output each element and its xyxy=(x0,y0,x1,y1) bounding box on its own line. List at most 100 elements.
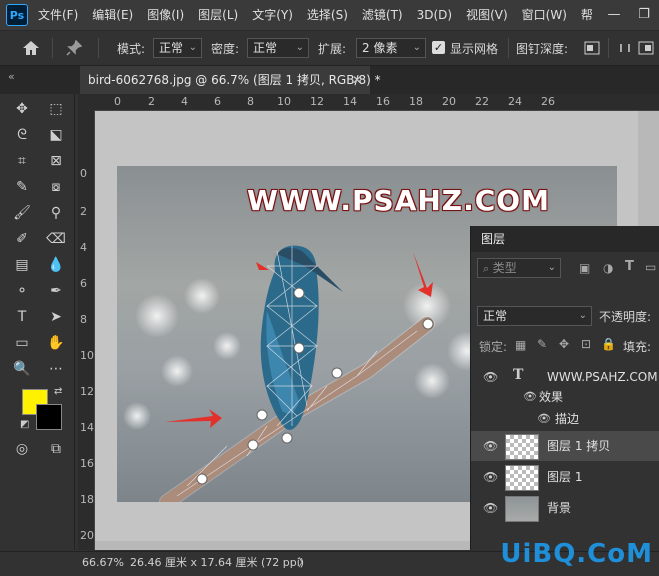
hand-tool-icon[interactable]: ✋ xyxy=(44,332,68,354)
lock-image-icon[interactable]: ✎ xyxy=(537,337,547,351)
collapse-panels-icon[interactable]: « xyxy=(8,70,15,83)
menu-bar: Ps 文件(F) 编辑(E) 图像(I) 图层(L) 文字(Y) 选择(S) 滤… xyxy=(0,0,659,31)
object-select-tool-icon[interactable]: ⬕ xyxy=(44,124,68,146)
lock-position-icon[interactable]: ✥ xyxy=(559,337,569,351)
filter-shape-icon[interactable]: ▭ xyxy=(645,260,656,274)
menu-filter[interactable]: 滤镜(T) xyxy=(362,0,403,30)
layers-panel-tab[interactable]: 图层 xyxy=(471,226,659,252)
ruler-tick: 24 xyxy=(508,95,522,108)
filter-adjustment-icon[interactable]: ◑ xyxy=(603,261,613,275)
layer-effect-stroke-row[interactable]: 👁 描边 xyxy=(471,408,659,430)
swap-colors-icon[interactable]: ⇄ xyxy=(54,386,62,397)
layer-thumbnail xyxy=(505,465,539,491)
visibility-eye-icon[interactable]: 👁 xyxy=(483,370,498,384)
show-mesh-checkbox[interactable]: ✓ xyxy=(432,41,445,54)
background-color-swatch[interactable] xyxy=(36,404,62,430)
quick-mask-icon[interactable]: ◎ xyxy=(10,438,34,460)
spot-healing-tool-icon[interactable]: ⧇ xyxy=(44,176,68,198)
stamp-tool-icon[interactable]: ⚲ xyxy=(44,202,68,224)
ruler-tick: 4 xyxy=(80,241,87,254)
layer-row-selected[interactable]: 👁 图层 1 拷贝 xyxy=(471,431,659,461)
menu-view[interactable]: 视图(V) xyxy=(466,0,508,30)
density-dropdown[interactable]: 正常 ⌄ xyxy=(247,38,309,58)
layer-filter-dropdown[interactable]: ⌕ 类型 ⌄ xyxy=(477,258,561,278)
chevron-down-icon: ⌄ xyxy=(547,262,556,273)
path-select-tool-icon[interactable]: ➤ xyxy=(44,306,68,328)
photoshop-logo-icon: Ps xyxy=(6,4,28,26)
ruler-tick: 6 xyxy=(80,277,87,290)
menu-help[interactable]: 帮 xyxy=(581,0,593,30)
effect-eye-icon[interactable]: 👁 xyxy=(537,412,551,425)
menu-type[interactable]: 文字(Y) xyxy=(252,0,293,30)
ruler-tick: 14 xyxy=(80,421,94,434)
lasso-tool-icon[interactable]: ᘓ xyxy=(10,124,34,146)
filter-pixel-icon[interactable]: ▣ xyxy=(579,261,590,275)
gradient-tool-icon[interactable]: ▤ xyxy=(10,254,34,276)
type-tool-icon[interactable]: T xyxy=(10,306,34,328)
lock-artboard-icon[interactable]: ⊡ xyxy=(581,337,591,351)
dodge-tool-icon[interactable]: ⚬ xyxy=(10,280,34,302)
close-tab-icon[interactable]: ✕ xyxy=(352,66,362,94)
effect-eye-icon[interactable]: 👁 xyxy=(523,390,537,403)
expand-dropdown[interactable]: 2 像素 ⌄ xyxy=(356,38,426,58)
pin-tool-icon[interactable] xyxy=(66,40,82,56)
chevron-down-icon: ⌄ xyxy=(412,42,421,53)
ruler-tick: 22 xyxy=(475,95,489,108)
rotate-icon[interactable] xyxy=(618,41,632,55)
layer-effects-row[interactable]: 👁 效果 xyxy=(471,386,659,408)
zoom-tool-icon[interactable]: 🔍 xyxy=(10,358,34,380)
ruler-tick: 6 xyxy=(214,95,221,108)
layer-name: 图层 1 拷贝 xyxy=(547,439,611,453)
move-tool-icon[interactable]: ✥ xyxy=(10,98,34,120)
mode-label: 模式: xyxy=(117,42,146,56)
history-brush-tool-icon[interactable]: ✐ xyxy=(10,228,34,250)
eyedropper-tool-icon[interactable]: ✎ xyxy=(10,176,34,198)
menu-select[interactable]: 选择(S) xyxy=(307,0,348,30)
filter-type-icon[interactable]: T xyxy=(625,259,634,274)
visibility-eye-icon[interactable]: 👁 xyxy=(483,470,498,484)
search-icon: ⌕ xyxy=(483,262,493,275)
options-bar: 模式: 正常 ⌄ 密度: 正常 ⌄ 扩展: 2 像素 ⌄ ✓ 显示网格 图钉深度: xyxy=(0,31,659,66)
frame-tool-icon[interactable]: ⊠ xyxy=(44,150,68,172)
menu-layer[interactable]: 图层(L) xyxy=(198,0,238,30)
ruler-tick: 2 xyxy=(148,95,155,108)
lock-all-icon[interactable]: 🔒 xyxy=(601,337,616,351)
blur-tool-icon[interactable]: 💧 xyxy=(44,254,68,276)
menu-3d[interactable]: 3D(D) xyxy=(417,0,452,30)
text-layer-icon: T xyxy=(513,367,524,383)
marquee-tool-icon[interactable]: ⬚ xyxy=(44,98,68,120)
lock-transparent-icon[interactable]: ▦ xyxy=(515,338,526,352)
document-tab[interactable]: bird-6062768.jpg @ 66.7% (图层 1 拷贝, RGB/8… xyxy=(80,66,381,94)
restore-button[interactable]: ❐ xyxy=(629,0,659,30)
layer-row-background[interactable]: 👁 背景 xyxy=(471,493,659,523)
menu-file[interactable]: 文件(F) xyxy=(38,0,78,30)
visibility-eye-icon[interactable]: 👁 xyxy=(483,439,498,453)
ruler-tick: 12 xyxy=(310,95,324,108)
crop-tool-icon[interactable]: ⌗ xyxy=(10,150,34,172)
menu-edit[interactable]: 编辑(E) xyxy=(92,0,133,30)
home-icon[interactable] xyxy=(22,40,40,56)
more-tools-icon[interactable]: ⋯ xyxy=(44,358,68,380)
zoom-level[interactable]: 66.67% xyxy=(82,552,124,574)
pin-depth-front-icon[interactable] xyxy=(584,41,600,55)
layers-panel: 图层 ⌕ 类型 ⌄ ▣ ◑ T ▭ 正常 ⌄ 不透明度: 锁定: ▦ ✎ ✥ ⊡ 🔒… xyxy=(470,226,659,550)
rectangle-tool-icon[interactable]: ▭ xyxy=(10,332,34,354)
pin-depth-back-icon[interactable] xyxy=(638,41,654,55)
chevron-down-icon: ⌄ xyxy=(295,42,304,53)
layer-row[interactable]: 👁 图层 1 xyxy=(471,462,659,492)
default-colors-icon[interactable]: ◩ xyxy=(20,419,29,430)
ruler-tick: 0 xyxy=(80,167,87,180)
status-menu-arrow-icon[interactable]: 〉 xyxy=(298,552,309,574)
eraser-tool-icon[interactable]: ⌫ xyxy=(44,228,68,250)
minimize-button[interactable]: — xyxy=(599,0,629,30)
pen-tool-icon[interactable]: ✒ xyxy=(44,280,68,302)
mode-dropdown[interactable]: 正常 ⌄ xyxy=(153,38,202,58)
visibility-eye-icon[interactable]: 👁 xyxy=(483,501,498,515)
ruler-tick: 8 xyxy=(247,95,254,108)
menu-window[interactable]: 窗口(W) xyxy=(522,0,567,30)
lock-label: 锁定: xyxy=(479,340,508,354)
screen-mode-icon[interactable]: ⧉ xyxy=(44,438,68,460)
brush-tool-icon[interactable]: 🖌 xyxy=(10,202,34,224)
menu-image[interactable]: 图像(I) xyxy=(147,0,184,30)
blend-mode-dropdown[interactable]: 正常 ⌄ xyxy=(477,306,592,326)
